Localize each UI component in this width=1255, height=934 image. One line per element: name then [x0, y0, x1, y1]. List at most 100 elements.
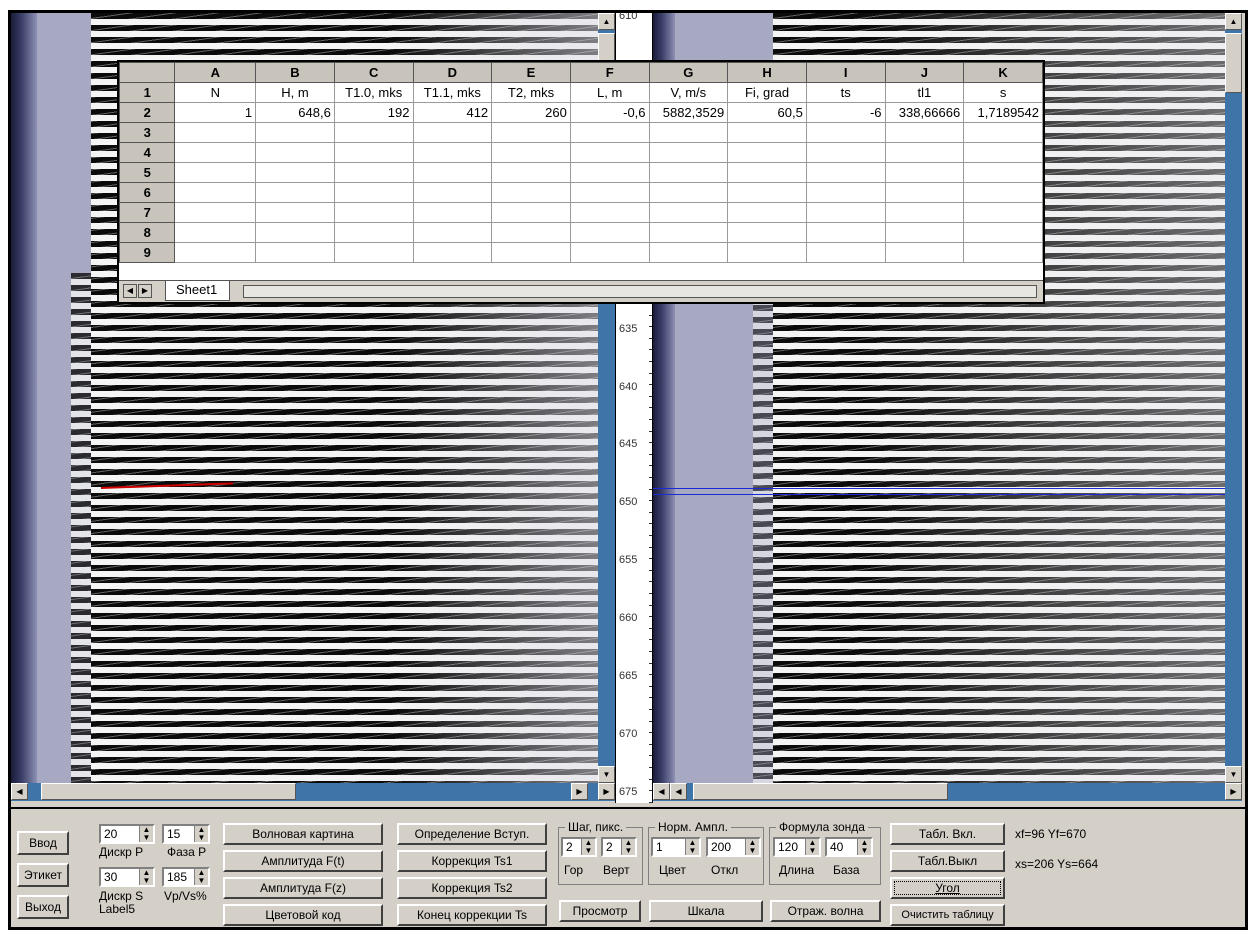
cell[interactable] — [491, 222, 571, 243]
spin-arrows-icon[interactable]: ▲ ▼ — [745, 839, 759, 855]
dlina-spinner[interactable]: 120 ▲ ▼ — [773, 837, 821, 857]
shag-gor-spinner[interactable]: 2 ▲ ▼ — [561, 837, 597, 857]
cell[interactable] — [648, 122, 729, 143]
cell[interactable] — [648, 182, 729, 203]
column-header[interactable]: H — [727, 62, 807, 83]
cell[interactable] — [963, 142, 1043, 163]
sheet-tab[interactable]: Sheet1 — [165, 281, 231, 301]
amplituda-fz-button[interactable]: Амплитуда F(z) — [223, 877, 383, 899]
cell[interactable] — [491, 202, 571, 223]
spin-arrows-icon[interactable]: ▲ ▼ — [194, 869, 208, 885]
right-pane-vertical-scrollbar[interactable]: ▲ ▼ — [1225, 13, 1242, 783]
baza-spinner[interactable]: 40 ▲ ▼ — [825, 837, 873, 857]
scroll-up-arrow-icon[interactable]: ▲ — [598, 13, 615, 30]
cell[interactable] — [569, 162, 650, 183]
cell[interactable]: 648,6 — [255, 102, 335, 123]
spin-arrows-icon[interactable]: ▲ ▼ — [139, 869, 153, 885]
column-header[interactable]: A — [174, 62, 257, 83]
sheet-horizontal-scrollbar[interactable] — [243, 285, 1037, 298]
cell[interactable]: T1.0, mks — [333, 82, 414, 103]
column-header[interactable]: E — [491, 62, 571, 83]
cell[interactable]: s — [963, 82, 1043, 103]
cell[interactable] — [333, 182, 414, 203]
cell[interactable] — [884, 142, 965, 163]
otkl-spinner[interactable]: 200 ▲ ▼ — [706, 837, 761, 857]
cell[interactable] — [805, 202, 886, 223]
cell[interactable] — [648, 162, 729, 183]
cell[interactable] — [333, 202, 414, 223]
scroll-thumb[interactable] — [1225, 33, 1242, 93]
cell[interactable] — [727, 202, 807, 223]
cell[interactable] — [727, 242, 807, 263]
spin-arrows-icon[interactable]: ▲ ▼ — [194, 826, 208, 842]
cell[interactable]: 192 — [333, 102, 414, 123]
disk-s-spinner[interactable]: 30 ▲ ▼ — [99, 867, 155, 887]
faza-p-spinner[interactable]: 15 ▲ ▼ — [162, 824, 210, 844]
cell[interactable] — [333, 222, 414, 243]
cell[interactable]: L, m — [569, 82, 650, 103]
cell[interactable] — [963, 242, 1043, 263]
cell[interactable]: 1 — [174, 102, 257, 123]
cell[interactable] — [963, 222, 1043, 243]
scroll-right-arrow-icon[interactable]: ▶ — [571, 783, 588, 800]
prosmotr-button[interactable]: Просмотр — [559, 900, 641, 922]
row-header[interactable]: 2 — [118, 102, 176, 123]
cell[interactable]: T1.1, mks — [412, 82, 493, 103]
cell[interactable] — [174, 122, 257, 143]
cell[interactable] — [255, 242, 335, 263]
shkala-button[interactable]: Шкала — [649, 900, 763, 922]
tabl-vykl-button[interactable]: Табл.Выкл — [890, 850, 1005, 872]
cell[interactable] — [174, 162, 257, 183]
row-header[interactable]: 1 — [118, 82, 176, 103]
cell[interactable]: V, m/s — [648, 82, 729, 103]
scroll-left-arrow-icon[interactable]: ◀ — [653, 783, 670, 800]
cell[interactable] — [412, 202, 493, 223]
ochistit-tablitsu-button[interactable]: Очистить таблицу — [890, 904, 1005, 926]
cell[interactable] — [491, 162, 571, 183]
cell[interactable] — [805, 182, 886, 203]
column-header[interactable]: K — [963, 62, 1043, 83]
cell[interactable] — [569, 242, 650, 263]
cell[interactable] — [884, 122, 965, 143]
cell[interactable] — [963, 122, 1043, 143]
scroll-down-arrow-icon[interactable]: ▼ — [598, 766, 615, 783]
cell[interactable] — [491, 242, 571, 263]
volnovaya-kartina-button[interactable]: Волновая картина — [223, 823, 383, 845]
spreadsheet-grid[interactable]: ABCDEFGHIJK 1 N H, m T1.0, mks T1.1, mks T2, … — [118, 62, 1043, 263]
row-header[interactable]: 5 — [118, 162, 176, 183]
cell[interactable] — [569, 142, 650, 163]
cell[interactable] — [805, 142, 886, 163]
cell[interactable] — [805, 162, 886, 183]
spin-arrows-icon[interactable]: ▲ ▼ — [621, 839, 635, 855]
cell[interactable]: N — [174, 82, 257, 103]
cell[interactable] — [174, 182, 257, 203]
amplituda-ft-button[interactable]: Амплитуда F(t) — [223, 850, 383, 872]
cell[interactable] — [805, 222, 886, 243]
spin-arrows-icon[interactable]: ▲ ▼ — [139, 826, 153, 842]
cell[interactable] — [333, 162, 414, 183]
cell[interactable] — [412, 162, 493, 183]
scroll-thumb[interactable] — [41, 783, 296, 800]
cell[interactable] — [333, 122, 414, 143]
etiket-button[interactable]: Этикет — [17, 863, 69, 887]
right-pane-horizontal-scrollbar[interactable]: ◀ ◀ ▶ — [653, 783, 1242, 801]
ugol-button[interactable]: Угол — [890, 877, 1005, 899]
cell[interactable] — [727, 222, 807, 243]
row-header[interactable]: 4 — [118, 142, 176, 163]
cell[interactable]: Fi, grad — [727, 82, 807, 103]
spin-arrows-icon[interactable]: ▲ ▼ — [805, 839, 819, 855]
cell[interactable] — [884, 202, 965, 223]
spin-arrows-icon[interactable]: ▲ ▼ — [581, 839, 595, 855]
opredelenie-vstup-button[interactable]: Определение Вступ. — [397, 823, 547, 845]
cell[interactable]: 260 — [491, 102, 571, 123]
cell[interactable] — [174, 202, 257, 223]
cell[interactable] — [884, 162, 965, 183]
row-header[interactable]: 6 — [118, 182, 176, 203]
cell[interactable] — [727, 182, 807, 203]
row-header[interactable]: 3 — [118, 122, 176, 143]
tab-scroll-left-icon[interactable]: ◀ — [123, 284, 137, 298]
spin-arrows-icon[interactable]: ▲ ▼ — [685, 839, 699, 855]
scroll-up-arrow-icon[interactable]: ▲ — [1225, 13, 1242, 30]
cell[interactable] — [569, 222, 650, 243]
cell[interactable] — [963, 202, 1043, 223]
